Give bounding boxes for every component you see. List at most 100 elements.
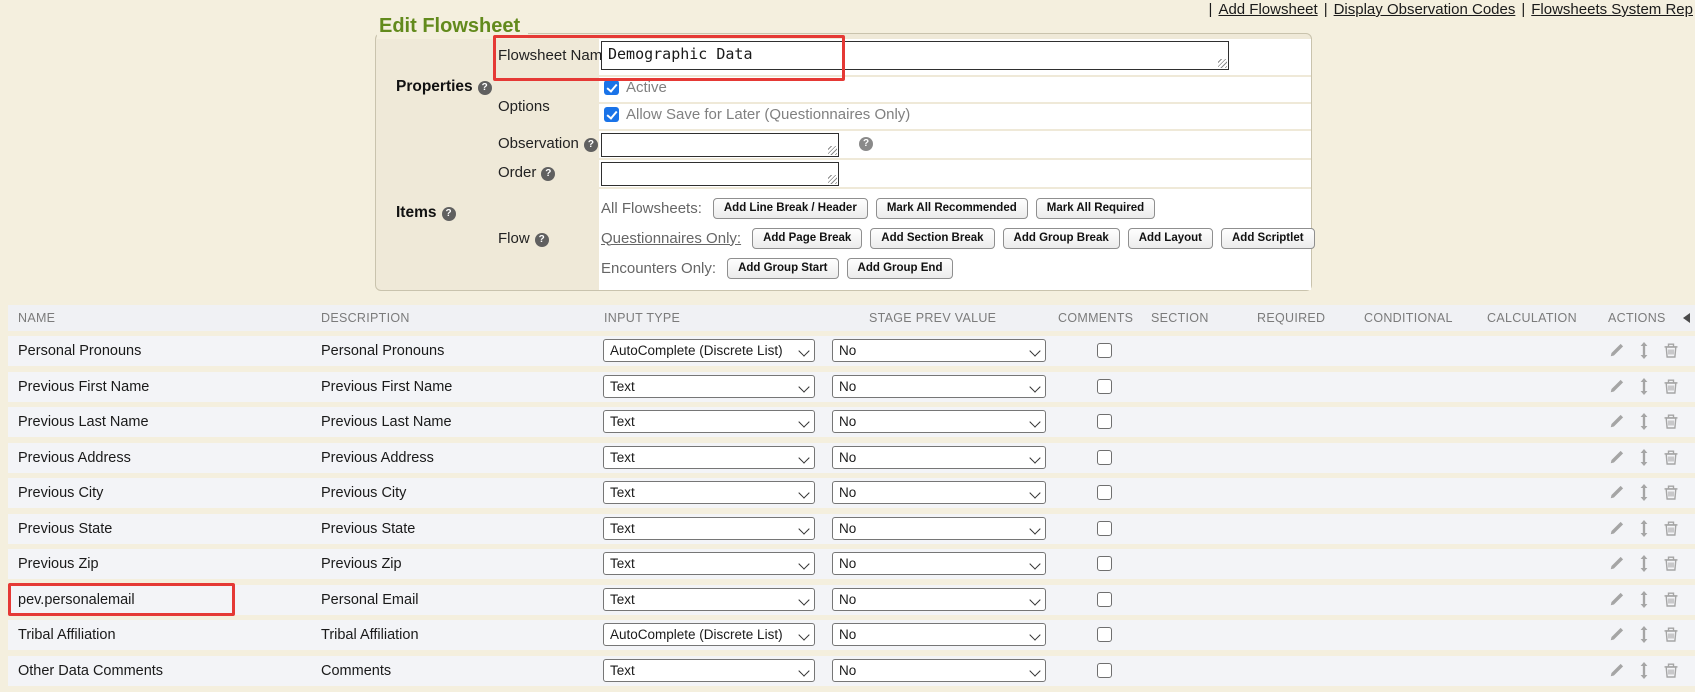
stage-prev-value-select[interactable]: No — [832, 339, 1046, 362]
delete-trash-icon[interactable] — [1663, 484, 1679, 501]
comments-checkbox[interactable] — [1097, 627, 1112, 642]
flowsheet-name-input[interactable]: Demographic Data — [601, 41, 1229, 70]
resize-grip-icon[interactable] — [828, 175, 837, 184]
stage-prev-value-select[interactable]: No — [832, 659, 1046, 682]
delete-trash-icon[interactable] — [1663, 342, 1679, 359]
observation-help-icon[interactable]: ? — [584, 138, 598, 152]
flow-button[interactable]: Add Group End — [847, 258, 954, 279]
input-type-select[interactable]: Text — [603, 588, 815, 611]
row-name: Tribal Affiliation — [18, 627, 116, 643]
edit-pencil-icon[interactable] — [1608, 413, 1625, 430]
observation-field-help-icon[interactable]: ? — [859, 137, 873, 151]
nav-separator: | — [1209, 1, 1213, 18]
flow-button[interactable]: Add Scriptlet — [1221, 228, 1315, 249]
input-type-select[interactable]: Text — [603, 552, 815, 575]
move-updown-icon[interactable] — [1638, 342, 1650, 359]
flow-button[interactable]: Add Section Break — [870, 228, 994, 249]
move-updown-icon[interactable] — [1638, 378, 1650, 395]
flow-button[interactable]: Add Group Break — [1003, 228, 1120, 249]
comments-checkbox[interactable] — [1097, 414, 1112, 429]
input-type-select[interactable]: Text — [603, 517, 815, 540]
comments-checkbox[interactable] — [1097, 663, 1112, 678]
edit-pencil-icon[interactable] — [1608, 342, 1625, 359]
active-checkbox[interactable] — [604, 80, 619, 95]
delete-trash-icon[interactable] — [1663, 378, 1679, 395]
input-type-select[interactable]: Text — [603, 410, 815, 433]
move-updown-icon[interactable] — [1638, 555, 1650, 572]
flow-button[interactable]: Add Group Start — [727, 258, 838, 279]
stage-prev-value-select[interactable]: No — [832, 588, 1046, 611]
row-description: Previous Zip — [321, 556, 402, 572]
stage-prev-value-select[interactable]: No — [832, 446, 1046, 469]
top-nav-link[interactable]: Add Flowsheet — [1218, 1, 1317, 18]
comments-checkbox[interactable] — [1097, 343, 1112, 358]
move-updown-icon[interactable] — [1638, 520, 1650, 537]
edit-pencil-icon[interactable] — [1608, 555, 1625, 572]
order-input[interactable] — [601, 162, 839, 186]
edit-pencil-icon[interactable] — [1608, 378, 1625, 395]
flow-row-label: All Flowsheets: — [601, 200, 702, 217]
input-type-select[interactable]: Text — [603, 659, 815, 682]
input-type-select[interactable]: AutoComplete (Discrete List) — [603, 339, 815, 362]
top-nav-link[interactable]: Flowsheets System Rep — [1531, 1, 1693, 18]
items-table-header: NAMEDESCRIPTIONINPUT TYPESTAGE PREV VALU… — [8, 305, 1695, 331]
comments-checkbox[interactable] — [1097, 521, 1112, 536]
comments-checkbox[interactable] — [1097, 450, 1112, 465]
delete-trash-icon[interactable] — [1663, 555, 1679, 572]
flow-button[interactable]: Mark All Recommended — [876, 198, 1028, 219]
delete-trash-icon[interactable] — [1663, 413, 1679, 430]
input-type-select[interactable]: Text — [603, 375, 815, 398]
row-description: Previous City — [321, 485, 406, 501]
delete-trash-icon[interactable] — [1663, 662, 1679, 679]
move-updown-icon[interactable] — [1638, 413, 1650, 430]
stage-prev-value-select[interactable]: No — [832, 552, 1046, 575]
row-name: Previous First Name — [18, 379, 149, 395]
observation-input[interactable] — [601, 133, 839, 157]
row-description: Tribal Affiliation — [321, 627, 419, 643]
resize-grip-icon[interactable] — [1218, 59, 1227, 68]
flow-button[interactable]: Add Layout — [1128, 228, 1213, 249]
stage-prev-value-select[interactable]: No — [832, 481, 1046, 504]
delete-trash-icon[interactable] — [1663, 449, 1679, 466]
comments-checkbox[interactable] — [1097, 556, 1112, 571]
input-type-select[interactable]: Text — [603, 446, 815, 469]
order-help-icon[interactable]: ? — [541, 167, 555, 181]
edit-pencil-icon[interactable] — [1608, 626, 1625, 643]
edit-pencil-icon[interactable] — [1608, 520, 1625, 537]
move-updown-icon[interactable] — [1638, 662, 1650, 679]
allow-save-checkbox[interactable] — [604, 107, 619, 122]
items-help-icon[interactable]: ? — [442, 207, 456, 221]
properties-help-icon[interactable]: ? — [478, 81, 492, 95]
delete-trash-icon[interactable] — [1663, 626, 1679, 643]
flow-button-row: Encounters Only: Add Group StartAdd Grou… — [601, 257, 953, 279]
flowsheet-name-label: Flowsheet Name — [498, 47, 611, 64]
comments-checkbox[interactable] — [1097, 379, 1112, 394]
flow-help-icon[interactable]: ? — [535, 233, 549, 247]
input-type-select[interactable]: AutoComplete (Discrete List) — [603, 623, 815, 646]
edit-pencil-icon[interactable] — [1608, 449, 1625, 466]
row-name: Other Data Comments — [18, 663, 163, 679]
stage-prev-value-select[interactable]: No — [832, 410, 1046, 433]
edit-pencil-icon[interactable] — [1608, 484, 1625, 501]
stage-prev-value-select[interactable]: No — [832, 517, 1046, 540]
flow-button[interactable]: Add Page Break — [752, 228, 862, 249]
move-updown-icon[interactable] — [1638, 484, 1650, 501]
edit-pencil-icon[interactable] — [1608, 662, 1625, 679]
table-row: Tribal Affiliation Tribal Affiliation Au… — [8, 620, 1695, 650]
move-updown-icon[interactable] — [1638, 591, 1650, 608]
input-type-select[interactable]: Text — [603, 481, 815, 504]
comments-checkbox[interactable] — [1097, 592, 1112, 607]
comments-checkbox[interactable] — [1097, 485, 1112, 500]
delete-trash-icon[interactable] — [1663, 591, 1679, 608]
flow-button[interactable]: Mark All Required — [1036, 198, 1155, 219]
delete-trash-icon[interactable] — [1663, 520, 1679, 537]
flow-button[interactable]: Add Line Break / Header — [713, 198, 868, 219]
edit-pencil-icon[interactable] — [1608, 591, 1625, 608]
collapse-left-arrow-icon[interactable] — [1683, 313, 1690, 323]
move-updown-icon[interactable] — [1638, 449, 1650, 466]
move-updown-icon[interactable] — [1638, 626, 1650, 643]
resize-grip-icon[interactable] — [828, 146, 837, 155]
stage-prev-value-select[interactable]: No — [832, 623, 1046, 646]
stage-prev-value-select[interactable]: No — [832, 375, 1046, 398]
top-nav-link[interactable]: Display Observation Codes — [1334, 1, 1516, 18]
